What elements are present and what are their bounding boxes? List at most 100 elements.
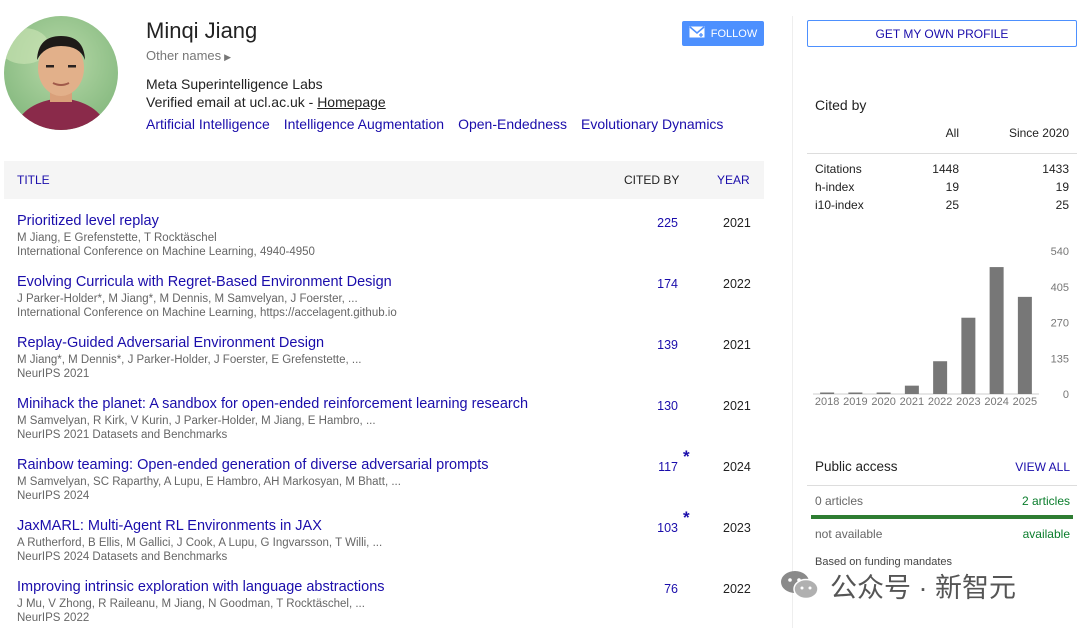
caret-right-icon: ▶	[224, 52, 232, 62]
public-access-heading: Public access	[815, 459, 898, 474]
follow-button[interactable]: FOLLOW	[682, 21, 764, 46]
chart-bar-2024[interactable]	[989, 267, 1004, 394]
cited-by-heading: Cited by	[815, 97, 867, 113]
article-title[interactable]: Evolving Curricula with Regret-Based Env…	[17, 274, 392, 290]
unavailable-articles-count: 0 articles	[815, 494, 864, 508]
cited-count[interactable]: 225	[657, 216, 678, 230]
get-my-own-profile-button[interactable]: GET MY OWN PROFILE	[807, 20, 1077, 47]
chart-bar-2019[interactable]	[848, 392, 863, 395]
merged-citations-star-icon[interactable]: *	[683, 508, 690, 528]
chart-bar-2025[interactable]	[1017, 296, 1032, 394]
table-row: Improving intrinsic exploration with lan…	[4, 579, 764, 628]
sort-by-cited[interactable]: CITED BY	[624, 173, 679, 187]
article-authors: M Jiang*, M Dennis*, J Parker-Holder, J …	[17, 354, 362, 366]
metric-label[interactable]: Citations	[815, 162, 862, 176]
citations-per-year-chart: 2018 2019 2020 2021 2022 2023 2024 2025 540 405 27…	[813, 246, 1069, 408]
chart-bar-2022[interactable]	[933, 361, 948, 394]
table-row: Prioritized level replay M Jiang, E Gref…	[4, 213, 764, 273]
sort-by-year[interactable]: YEAR	[717, 173, 750, 187]
table-row: JaxMARL: Multi-Agent RL Environments in …	[4, 508, 764, 578]
articles-table-header: TITLE CITED BY YEAR	[4, 161, 764, 199]
article-title[interactable]: JaxMARL: Multi-Agent RL Environments in …	[17, 518, 322, 534]
article-authors: J Parker-Holder*, M Jiang*, M Dennis, M …	[17, 293, 358, 305]
y-tick-label: 540	[1051, 246, 1069, 258]
other-names-link[interactable]: Other names ▶	[146, 48, 231, 63]
article-authors: M Jiang, E Grefenstette, T Rocktäschel	[17, 232, 217, 244]
homepage-link[interactable]: Homepage	[317, 94, 386, 110]
email-text: Verified email at ucl.ac.uk -	[146, 94, 318, 110]
article-title[interactable]: Replay-Guided Adversarial Environment De…	[17, 335, 324, 351]
x-tick-label: 2018	[815, 396, 839, 408]
not-available-label: not available	[815, 527, 883, 541]
article-year: 2021	[723, 399, 751, 413]
cited-count[interactable]: 174	[657, 277, 678, 291]
chart-bar-2018[interactable]	[820, 392, 835, 395]
metric-all: 1448	[932, 162, 959, 176]
metric-label[interactable]: h-index	[815, 180, 854, 194]
watermark-text: 公众号 · 新智元	[830, 572, 1016, 603]
interest-intelligence-augmentation[interactable]: Intelligence Augmentation	[284, 116, 444, 132]
article-authors: A Rutherford, B Ellis, M Gallici, J Cook…	[17, 537, 383, 549]
article-year: 2022	[723, 277, 751, 291]
metric-row-citations: Citations 1448 1433	[807, 160, 1077, 178]
article-title[interactable]: Prioritized level replay	[17, 213, 159, 229]
interest-open-endedness[interactable]: Open-Endedness	[458, 116, 567, 132]
table-row: Replay-Guided Adversarial Environment De…	[4, 335, 764, 395]
chart-bar-2021[interactable]	[904, 385, 919, 394]
article-year: 2021	[723, 338, 751, 352]
sort-by-title[interactable]: TITLE	[17, 173, 50, 187]
article-authors: M Samvelyan, SC Raparthy, A Lupu, E Hamb…	[17, 476, 401, 488]
research-interests: Artificial Intelligence Intelligence Aug…	[146, 116, 723, 132]
article-title[interactable]: Improving intrinsic exploration with lan…	[17, 579, 385, 595]
article-venue: International Conference on Machine Lear…	[17, 246, 315, 258]
article-title[interactable]: Rainbow teaming: Open-ended generation o…	[17, 457, 489, 473]
interest-ai[interactable]: Artificial Intelligence	[146, 116, 270, 132]
profile-sidebar: GET MY OWN PROFILE Cited by All Since 20…	[807, 0, 1078, 628]
interest-evolutionary-dynamics[interactable]: Evolutionary Dynamics	[581, 116, 723, 132]
x-tick-label: 2021	[900, 396, 924, 408]
other-names-label: Other names	[146, 48, 222, 63]
view-all-link[interactable]: VIEW ALL	[1015, 460, 1070, 474]
article-title[interactable]: Minihack the planet: A sandbox for open-…	[17, 396, 528, 412]
cited-count[interactable]: 103	[657, 521, 678, 535]
available-label: available	[1022, 527, 1070, 541]
metric-since: 25	[1055, 198, 1069, 212]
metric-label[interactable]: i10-index	[815, 198, 864, 212]
affiliation: Meta Superintelligence Labs	[146, 76, 323, 92]
mail-icon	[689, 26, 705, 41]
wechat-icon	[781, 571, 819, 600]
cited-count[interactable]: 117	[658, 460, 678, 474]
merged-citations-star-icon[interactable]: *	[683, 447, 690, 467]
metric-row-i10-index: i10-index 25 25	[807, 196, 1077, 214]
article-authors: M Samvelyan, R Kirk, V Kurin, J Parker-H…	[17, 415, 376, 427]
metric-since: 19	[1055, 180, 1069, 194]
y-tick-label: 405	[1051, 282, 1069, 294]
article-venue: NeurIPS 2024 Datasets and Benchmarks	[17, 551, 228, 563]
x-tick-label: 2020	[871, 396, 895, 408]
cited-count[interactable]: 76	[664, 582, 678, 596]
column-divider	[792, 16, 793, 628]
article-year: 2024	[723, 460, 751, 474]
public-access-bar	[811, 515, 1073, 519]
col-all: All	[945, 126, 959, 140]
article-year: 2022	[723, 582, 751, 596]
metrics-header: All Since 2020	[807, 124, 1077, 154]
profile-name: Minqi Jiang	[146, 18, 258, 43]
cited-count[interactable]: 130	[657, 399, 678, 413]
x-tick-label: 2019	[843, 396, 867, 408]
article-venue: International Conference on Machine Lear…	[17, 307, 397, 319]
avatar[interactable]	[4, 16, 118, 130]
article-venue: NeurIPS 2022	[17, 612, 90, 624]
follow-label: FOLLOW	[710, 27, 758, 40]
verified-email: Verified email at ucl.ac.uk - Homepage	[146, 94, 386, 110]
article-year: 2021	[723, 216, 751, 230]
chart-bar-2020[interactable]	[876, 392, 891, 395]
metric-row-h-index: h-index 19 19	[807, 178, 1077, 196]
available-articles-count: 2 articles	[1021, 494, 1070, 508]
x-tick-label: 2024	[984, 396, 1008, 408]
article-venue: NeurIPS 2021	[17, 368, 90, 380]
cited-count[interactable]: 139	[657, 338, 678, 352]
article-year: 2023	[723, 521, 751, 535]
chart-bar-2023[interactable]	[961, 317, 976, 394]
article-venue: NeurIPS 2021 Datasets and Benchmarks	[17, 429, 228, 441]
